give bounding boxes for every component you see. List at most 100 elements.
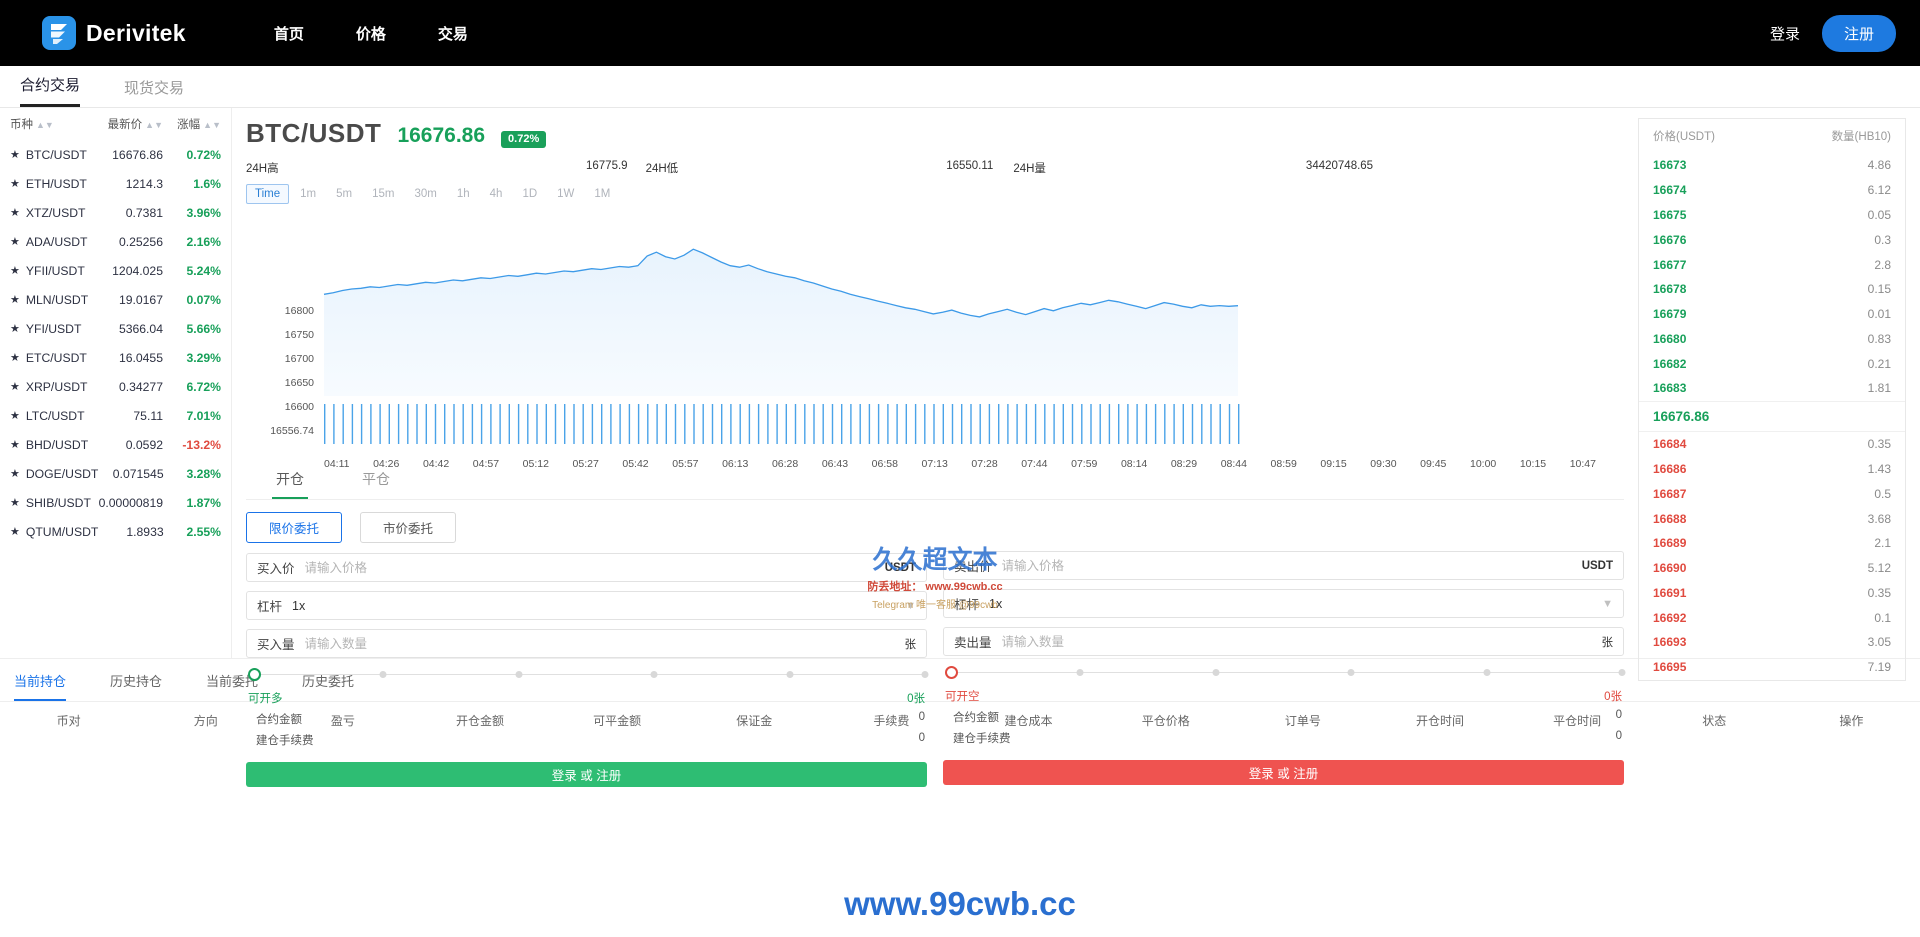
sort-icon[interactable]: ▲▼ (36, 121, 54, 130)
chevron-down-icon[interactable]: ▼ (905, 600, 916, 612)
favorite-star-icon[interactable]: ★ (10, 293, 20, 306)
market-row-mln[interactable]: ★ MLN/USDT 19.0167 0.07% (0, 285, 231, 314)
order-book-row[interactable]: 16688 3.68 (1639, 506, 1905, 531)
order-book-row[interactable]: 16683 1.81 (1639, 376, 1905, 401)
market-row-xrp[interactable]: ★ XRP/USDT 0.34277 6.72% (0, 372, 231, 401)
favorite-star-icon[interactable]: ★ (10, 525, 20, 538)
brand-logo[interactable]: Derivitek (42, 16, 186, 50)
slider-tick[interactable] (1618, 669, 1626, 676)
favorite-star-icon[interactable]: ★ (10, 438, 20, 451)
buy-leverage-row[interactable]: 杠杆 1x ▼ (246, 591, 927, 620)
market-row-btc[interactable]: ★ BTC/USDT 16676.86 0.72% (0, 140, 231, 169)
market-row-doge[interactable]: ★ DOGE/USDT 0.071545 3.28% (0, 459, 231, 488)
order-book-row[interactable]: 16687 0.5 (1639, 481, 1905, 506)
market-row-bhd[interactable]: ★ BHD/USDT 0.0592 -13.2% (0, 430, 231, 459)
order-book-row[interactable]: 16677 2.8 (1639, 252, 1905, 277)
col-header-symbol[interactable]: 币种 (10, 119, 33, 131)
slider-tick[interactable] (650, 671, 658, 678)
slider-tick[interactable] (515, 671, 523, 678)
timeframe-4h[interactable]: 4h (481, 184, 512, 204)
timeframe-1w[interactable]: 1W (548, 184, 583, 204)
market-row-eth[interactable]: ★ ETH/USDT 1214.3 1.6% (0, 169, 231, 198)
buy-price-input[interactable] (304, 560, 885, 575)
timeframe-1d[interactable]: 1D (513, 184, 546, 204)
login-link[interactable]: 登录 (1770, 23, 1800, 44)
market-row-qtum[interactable]: ★ QTUM/USDT 1.8933 2.55% (0, 517, 231, 546)
register-button[interactable]: 注册 (1821, 14, 1896, 52)
favorite-star-icon[interactable]: ★ (10, 206, 20, 219)
favorite-star-icon[interactable]: ★ (10, 380, 20, 393)
market-row-ada[interactable]: ★ ADA/USDT 0.25256 2.16% (0, 227, 231, 256)
market-row-yfi[interactable]: ★ YFI/USDT 5366.04 5.66% (0, 314, 231, 343)
sell-submit-button[interactable]: 登录 或 注册 (943, 760, 1624, 785)
slider-tick[interactable] (1076, 669, 1084, 676)
price-chart[interactable]: 16800 16750 16700 16650 16600 16556.74 04:11 0… (246, 208, 1624, 611)
order-book-row[interactable]: 16682 0.21 (1639, 351, 1905, 376)
favorite-star-icon[interactable]: ★ (10, 148, 20, 161)
favorite-star-icon[interactable]: ★ (10, 177, 20, 190)
col-header-change[interactable]: 涨幅 (177, 119, 200, 131)
buy-quantity-input[interactable] (304, 636, 905, 651)
order-book-row[interactable]: 16693 3.05 (1639, 630, 1905, 655)
order-book-row[interactable]: 16689 2.1 (1639, 531, 1905, 556)
sell-amount-slider[interactable] (945, 665, 1626, 681)
positions-tab-1[interactable]: 历史持仓 (110, 671, 162, 701)
favorite-star-icon[interactable]: ★ (10, 467, 20, 480)
slider-tick[interactable] (1483, 669, 1491, 676)
sell-price-input[interactable] (1001, 558, 1582, 573)
order-book-row[interactable]: 16695 7.19 (1639, 655, 1905, 680)
buy-amount-slider[interactable] (248, 667, 929, 683)
slider-handle[interactable] (945, 666, 958, 679)
slider-tick[interactable] (786, 671, 794, 678)
order-book-row[interactable]: 16673 4.86 (1639, 153, 1905, 178)
tab-spot-trading[interactable]: 现货交易 (124, 77, 184, 107)
market-row-ltc[interactable]: ★ LTC/USDT 75.11 7.01% (0, 401, 231, 430)
nav-item-trade[interactable]: 交易 (438, 23, 468, 44)
order-book-row[interactable]: 16674 6.12 (1639, 178, 1905, 203)
order-book-row[interactable]: 16684 0.35 (1639, 432, 1905, 457)
order-book-row[interactable]: 16686 1.43 (1639, 457, 1905, 482)
timeframe-30m[interactable]: 30m (405, 184, 445, 204)
timeframe-time[interactable]: Time (246, 184, 290, 204)
order-book-row[interactable]: 16679 0.01 (1639, 302, 1905, 327)
buy-submit-button[interactable]: 登录 或 注册 (246, 762, 927, 787)
col-header-price[interactable]: 最新价 (108, 119, 143, 131)
favorite-star-icon[interactable]: ★ (10, 351, 20, 364)
slider-tick[interactable] (921, 671, 929, 678)
market-row-shib[interactable]: ★ SHIB/USDT 0.00000819 1.87% (0, 488, 231, 517)
timeframe-1h[interactable]: 1h (448, 184, 479, 204)
market-row-yfii[interactable]: ★ YFII/USDT 1204.025 5.24% (0, 256, 231, 285)
slider-tick[interactable] (1347, 669, 1355, 676)
timeframe-15m[interactable]: 15m (363, 184, 403, 204)
tab-futures-trading[interactable]: 合约交易 (20, 74, 81, 107)
order-book-row[interactable]: 16676 0.3 (1639, 227, 1905, 252)
market-row-etc[interactable]: ★ ETC/USDT 16.0455 3.29% (0, 343, 231, 372)
order-book-row[interactable]: 16675 0.05 (1639, 203, 1905, 228)
favorite-star-icon[interactable]: ★ (10, 496, 20, 509)
timeframe-1m[interactable]: 1m (291, 184, 325, 204)
sell-leverage-row[interactable]: 杠杆 1x ▼ (943, 589, 1624, 618)
nav-item-price[interactable]: 价格 (356, 23, 386, 44)
favorite-star-icon[interactable]: ★ (10, 235, 20, 248)
buy-limit-order-button[interactable]: 限价委托 (246, 512, 343, 543)
chevron-down-icon[interactable]: ▼ (1602, 598, 1613, 610)
order-book-row[interactable]: 16692 0.1 (1639, 605, 1905, 630)
order-book-row[interactable]: 16680 0.83 (1639, 326, 1905, 351)
sort-icon[interactable]: ▲▼ (203, 121, 221, 130)
sell-quantity-input[interactable] (1001, 634, 1602, 649)
slider-tick[interactable] (1212, 669, 1220, 676)
positions-tab-0[interactable]: 当前持仓 (14, 671, 67, 701)
order-book-row[interactable]: 16678 0.15 (1639, 277, 1905, 302)
sort-icon[interactable]: ▲▼ (145, 121, 163, 130)
timeframe-1m[interactable]: 1M (585, 184, 619, 204)
favorite-star-icon[interactable]: ★ (10, 322, 20, 335)
slider-tick[interactable] (379, 671, 387, 678)
slider-handle[interactable] (248, 668, 261, 681)
buy-market-order-button[interactable]: 市价委托 (360, 512, 457, 543)
favorite-star-icon[interactable]: ★ (10, 409, 20, 422)
order-book-row[interactable]: 16690 5.12 (1639, 556, 1905, 581)
order-book-row[interactable]: 16691 0.35 (1639, 581, 1905, 606)
nav-item-home[interactable]: 首页 (274, 23, 304, 44)
favorite-star-icon[interactable]: ★ (10, 264, 20, 277)
timeframe-5m[interactable]: 5m (327, 184, 361, 204)
